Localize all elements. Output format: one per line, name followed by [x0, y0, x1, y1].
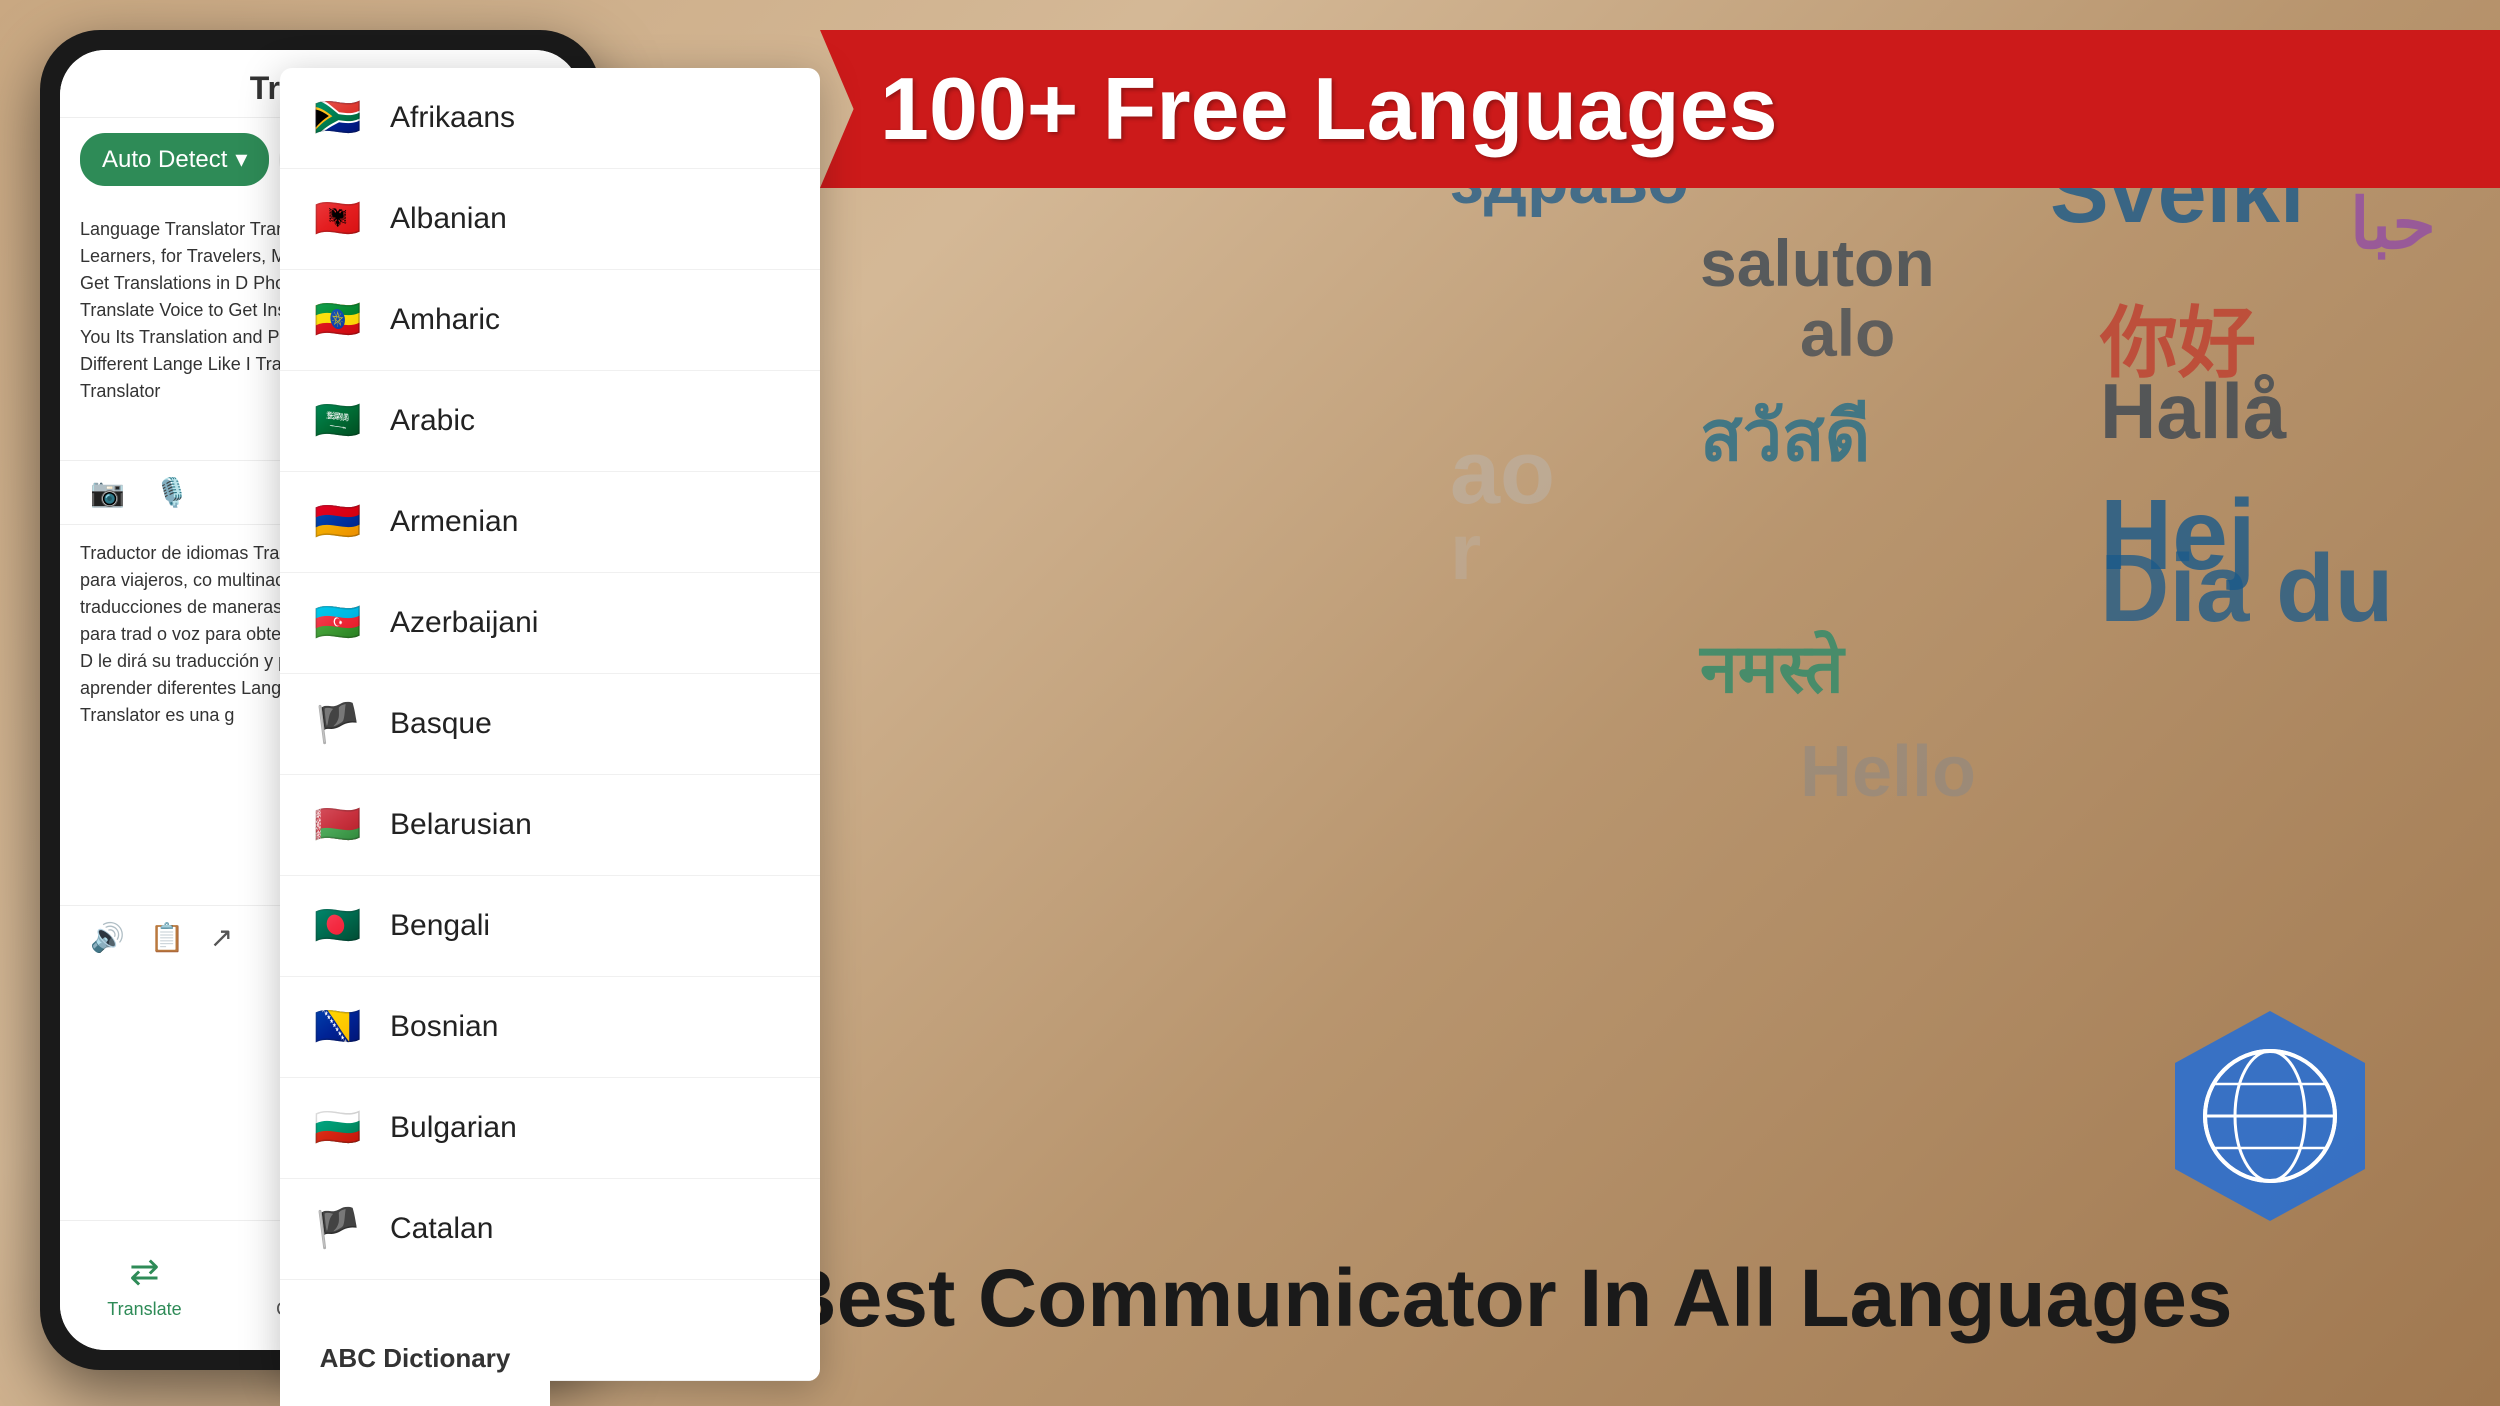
language-name: Basque — [390, 707, 492, 741]
nav-translate-label: Translate — [107, 1299, 181, 1320]
language-name: Azerbaijani — [390, 606, 538, 640]
language-item[interactable]: 🇧🇬 Bulgarian — [280, 1078, 820, 1179]
language-name: Amharic — [390, 303, 500, 337]
language-name: Afrikaans — [390, 101, 515, 135]
banner-text: 100+ Free Languages — [880, 59, 1778, 158]
flag-icon: 🇧🇬 — [310, 1100, 366, 1156]
language-name: Albanian — [390, 202, 507, 236]
flag-icon: 🇦🇲 — [310, 494, 366, 550]
flag-icon: 🇪🇹 — [310, 292, 366, 348]
nav-translate[interactable]: ⇄ Translate — [107, 1251, 181, 1320]
auto-detect-button[interactable]: Auto Detect ▾ — [80, 133, 269, 186]
camera-icon[interactable]: 📷 — [90, 476, 125, 509]
flag-icon: 🇦🇱 — [310, 191, 366, 247]
language-item[interactable]: 🇸🇦 Arabic — [280, 371, 820, 472]
language-name: Bengali — [390, 909, 490, 943]
flag-icon: 🇧🇦 — [310, 999, 366, 1055]
flag-icon: 🇧🇾 — [310, 797, 366, 853]
translate-nav-icon: ⇄ — [129, 1251, 159, 1293]
language-item[interactable]: 🇦🇲 Armenian — [280, 472, 820, 573]
globe-icon — [2160, 1006, 2380, 1226]
language-item[interactable]: 🇪🇹 Amharic — [280, 270, 820, 371]
language-name: Catalan — [390, 1212, 493, 1246]
language-item[interactable]: 🇧🇦 Bosnian — [280, 977, 820, 1078]
flag-icon: 🇿🇦 — [310, 90, 366, 146]
chevron-down-icon: ▾ — [235, 145, 247, 174]
bottom-tagline: Best Communicator In All Languages — [560, 1252, 2450, 1346]
language-name: Belarusian — [390, 808, 532, 842]
language-name: Bulgarian — [390, 1111, 517, 1145]
flag-icon: 🏴 — [310, 1201, 366, 1257]
language-item[interactable]: 🇦🇱 Albanian — [280, 169, 820, 270]
language-item[interactable]: 🇦🇿 Azerbaijani — [280, 573, 820, 674]
tagline-text: Best Communicator In All Languages — [778, 1253, 2233, 1344]
speaker-icon[interactable]: 🔊 — [90, 921, 125, 954]
flag-icon: 🇸🇦 — [310, 393, 366, 449]
language-item[interactable]: 🇧🇩 Bengali — [280, 876, 820, 977]
language-item[interactable]: 🇧🇾 Belarusian — [280, 775, 820, 876]
microphone-icon[interactable]: 🎙️ — [155, 476, 190, 509]
share-icon[interactable]: ↗ — [210, 921, 233, 954]
flag-icon: 🇧🇩 — [310, 898, 366, 954]
abc-dictionary-label-area: ABC Dictionary — [280, 1311, 550, 1406]
language-name: Bosnian — [390, 1010, 498, 1044]
language-item[interactable]: 🇿🇦 Afrikaans — [280, 68, 820, 169]
promo-banner: 100+ Free Languages — [820, 30, 2500, 188]
auto-detect-label: Auto Detect — [102, 146, 227, 174]
flag-icon: 🇦🇿 — [310, 595, 366, 651]
flag-icon: 🏴 — [310, 696, 366, 752]
language-item[interactable]: 🏴 Basque — [280, 674, 820, 775]
language-name: Armenian — [390, 505, 518, 539]
language-item[interactable]: 🏴 Catalan — [280, 1179, 820, 1280]
language-dropdown[interactable]: 🇿🇦 Afrikaans 🇦🇱 Albanian 🇪🇹 Amharic 🇸🇦 Arabic 🇦🇲… — [280, 68, 820, 1381]
copy-icon[interactable]: 📋 — [150, 921, 185, 954]
abc-dictionary-text: ABC Dictionary — [320, 1343, 511, 1374]
language-name: Arabic — [390, 404, 475, 438]
